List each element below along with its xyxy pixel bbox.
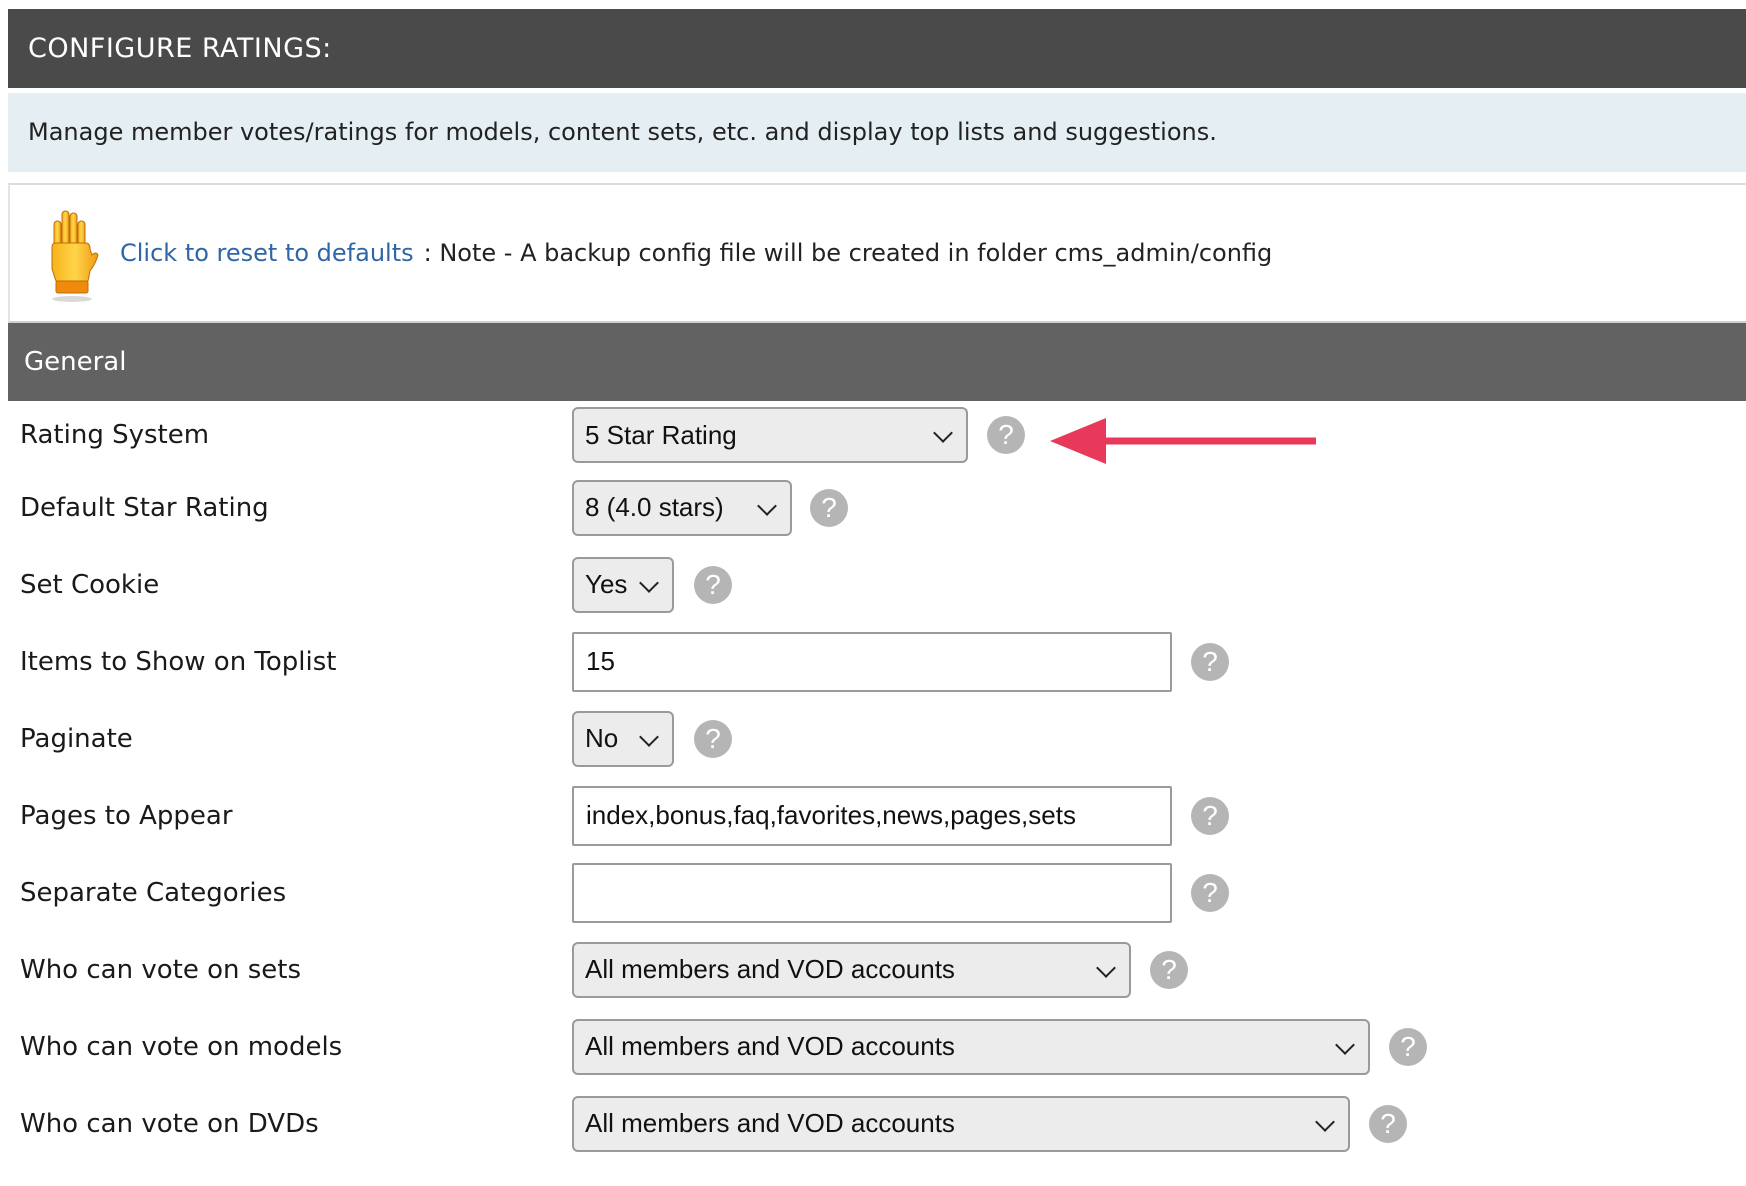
rating-system-select[interactable]: 5 Star Rating [572, 407, 968, 463]
set-cookie-select[interactable]: Yes [572, 556, 674, 613]
chevron-down-icon [1335, 1034, 1355, 1055]
row-vote-models: Who can vote on models All members and V… [8, 1008, 1746, 1085]
vote-models-select[interactable]: All members and VOD accounts [572, 1018, 1370, 1075]
section-header-general: General [8, 323, 1746, 401]
row-rating-system: Rating System 5 Star Rating ? [8, 401, 1746, 469]
vote-dvds-select[interactable]: All members and VOD accounts [572, 1095, 1350, 1152]
vote-dvds-label: Who can vote on DVDs [20, 1108, 319, 1139]
vote-sets-label: Who can vote on sets [20, 954, 302, 985]
reset-defaults-box: Click to reset to defaults : Note - A ba… [8, 183, 1746, 323]
chevron-down-icon [639, 726, 659, 747]
reset-defaults-link[interactable]: Click to reset to defaults [120, 239, 414, 267]
chevron-down-icon [757, 495, 777, 516]
separate-categories-input[interactable] [572, 862, 1172, 923]
set-cookie-label: Set Cookie [20, 569, 160, 600]
vote-sets-select[interactable]: All members and VOD accounts [572, 941, 1131, 998]
row-default-star-rating: Default Star Rating 8 (4.0 stars) ? [8, 469, 1746, 546]
row-separate-categories: Separate Categories ? [8, 854, 1746, 931]
row-pages-to-appear: Pages to Appear ? [8, 777, 1746, 854]
pages-to-appear-input[interactable] [572, 785, 1172, 846]
rating-system-value: 5 Star Rating [585, 419, 737, 450]
chevron-down-icon [933, 423, 953, 443]
items-toplist-label: Items to Show on Toplist [20, 646, 337, 677]
vote-dvds-help-icon[interactable]: ? [1369, 1104, 1407, 1143]
hand-stop-icon [51, 210, 99, 302]
backup-note: : Note - A backup config file will be cr… [423, 239, 1273, 267]
row-set-cookie: Set Cookie Yes ? [8, 546, 1746, 623]
paginate-value: No [585, 723, 619, 753]
default-star-rating-select[interactable]: 8 (4.0 stars) [572, 479, 792, 536]
vote-models-label: Who can vote on models [20, 1031, 343, 1062]
chevron-down-icon [1096, 957, 1116, 978]
default-star-rating-help-icon[interactable]: ? [810, 488, 848, 527]
default-star-rating-label: Default Star Rating [20, 492, 269, 523]
separate-categories-label: Separate Categories [20, 877, 287, 908]
pages-to-appear-help-icon[interactable]: ? [1191, 796, 1229, 835]
paginate-label: Paginate [20, 723, 133, 754]
chevron-down-icon [639, 572, 659, 593]
rating-system-label: Rating System [20, 420, 210, 450]
vote-sets-help-icon[interactable]: ? [1150, 950, 1188, 989]
items-toplist-input[interactable] [572, 631, 1172, 692]
set-cookie-help-icon[interactable]: ? [694, 565, 732, 604]
row-vote-sets: Who can vote on sets All members and VOD… [8, 931, 1746, 1008]
rating-system-help-icon[interactable]: ? [987, 416, 1025, 454]
paginate-help-icon[interactable]: ? [694, 719, 732, 758]
default-star-rating-value: 8 (4.0 stars) [585, 492, 724, 522]
row-items-toplist: Items to Show on Toplist ? [8, 623, 1746, 700]
vote-sets-value: All members and VOD accounts [585, 954, 955, 984]
annotation-arrow-icon [1050, 418, 1316, 464]
vote-models-value: All members and VOD accounts [585, 1031, 955, 1061]
chevron-down-icon [1315, 1111, 1335, 1132]
paginate-select[interactable]: No [572, 710, 674, 767]
page-title: CONFIGURE RATINGS: [8, 9, 1746, 88]
row-vote-dvds: Who can vote on DVDs All members and VOD… [8, 1085, 1746, 1162]
page-description: Manage member votes/ratings for models, … [8, 93, 1746, 172]
items-toplist-help-icon[interactable]: ? [1191, 642, 1229, 681]
row-paginate: Paginate No ? [8, 700, 1746, 777]
set-cookie-value: Yes [585, 569, 628, 599]
vote-models-help-icon[interactable]: ? [1389, 1027, 1427, 1066]
separate-categories-help-icon[interactable]: ? [1191, 873, 1229, 912]
configure-ratings-page: CONFIGURE RATINGS: Manage member votes/r… [8, 9, 1746, 1162]
vote-dvds-value: All members and VOD accounts [585, 1108, 955, 1138]
pages-to-appear-label: Pages to Appear [20, 800, 233, 831]
general-settings-form: Rating System 5 Star Rating ? Default St… [8, 401, 1746, 1162]
